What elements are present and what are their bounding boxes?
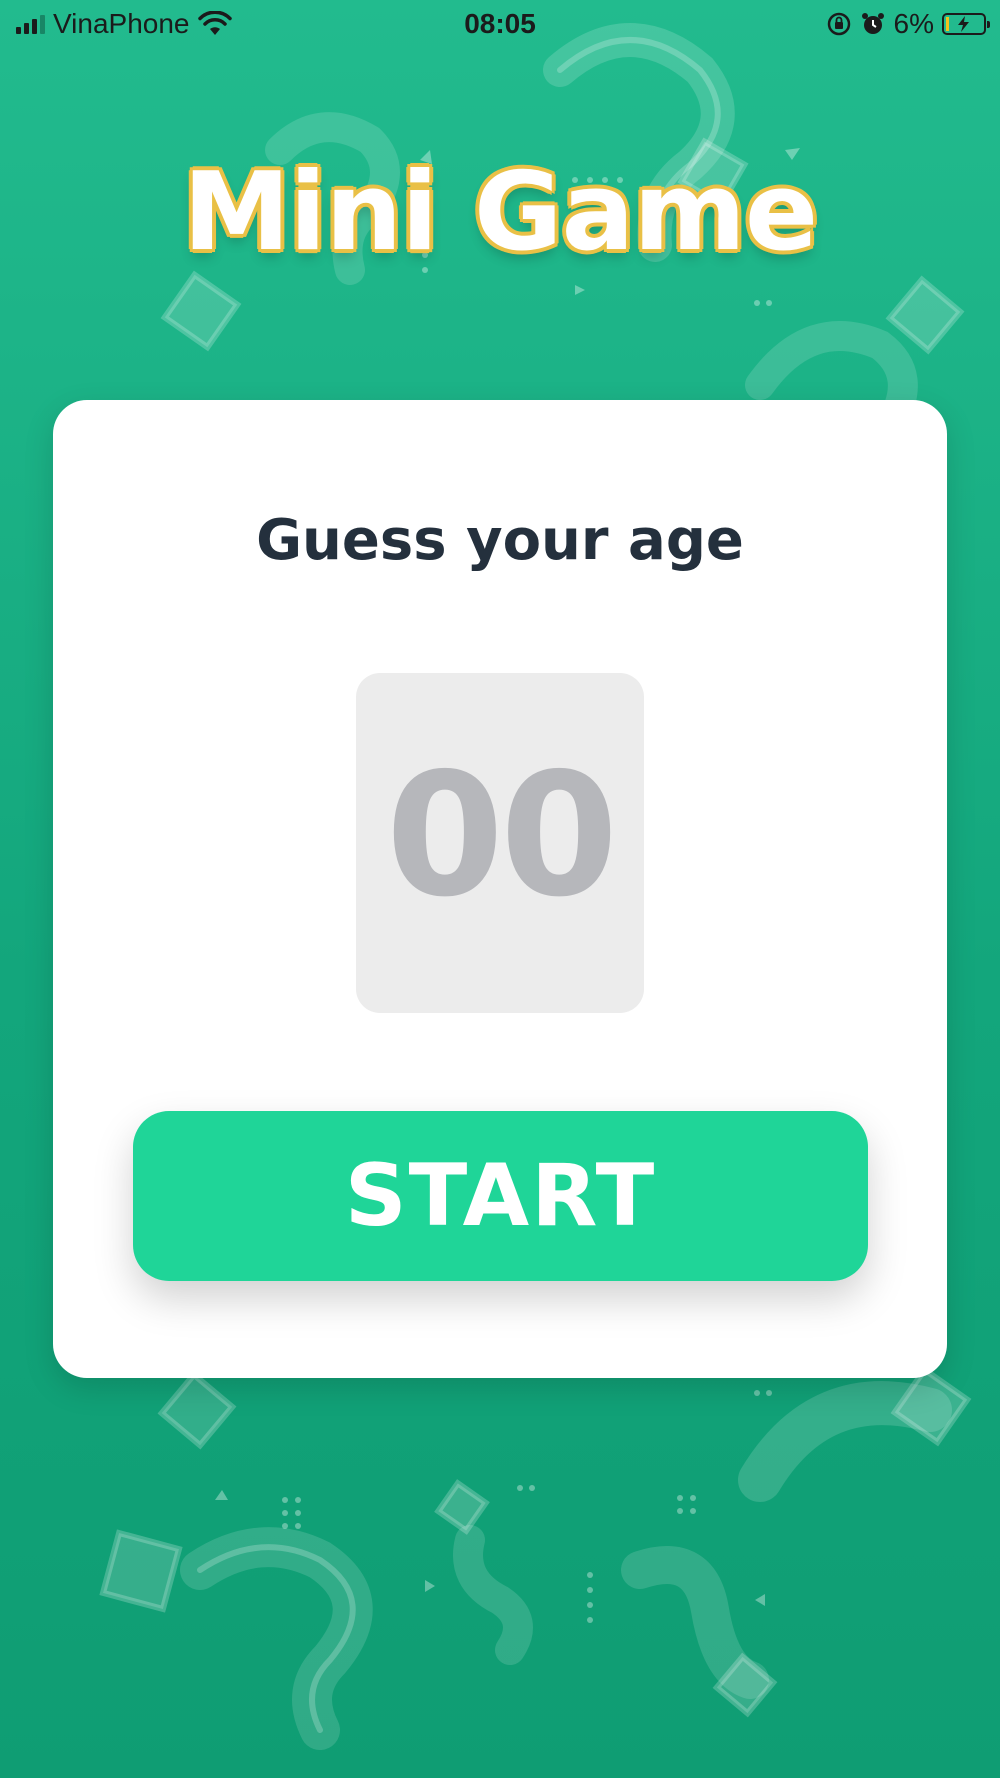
orientation-lock-icon — [827, 12, 850, 36]
start-button[interactable]: START — [133, 1111, 868, 1281]
game-card: Guess your age 00 START — [53, 400, 947, 1378]
status-bar: VinaPhone 08:05 6% — [0, 0, 1000, 50]
status-right: 6% — [826, 8, 990, 40]
card-heading: Guess your age — [256, 508, 744, 573]
battery-icon — [942, 13, 990, 35]
age-display: 00 — [356, 673, 644, 1013]
alarm-icon — [861, 13, 884, 34]
game-title: Mini Game — [182, 150, 818, 275]
age-value: 00 — [385, 737, 619, 935]
battery-percent: 6% — [893, 8, 934, 39]
